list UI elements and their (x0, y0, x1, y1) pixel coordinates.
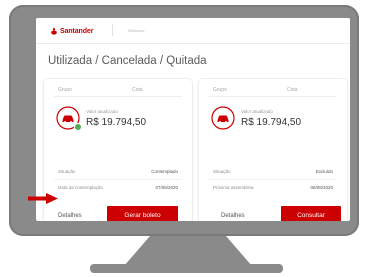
details-link[interactable]: Detalhes (58, 213, 82, 219)
info-label: Situação (213, 169, 231, 174)
value-label: Valor atualizado (241, 109, 273, 114)
row-divider (209, 179, 337, 180)
info-row: Próxima assembleia 06/08/2020 (213, 185, 333, 193)
page-title: Utilizada / Cancelada / Quitada (48, 55, 207, 67)
screen: Santander Welcome Utilizada / Cancelada … (36, 18, 350, 221)
column-quota-label: Cota (287, 87, 298, 93)
info-row: Data da contemplação 07/05/2020 (58, 185, 178, 193)
column-group-label: Grupo (58, 87, 72, 93)
column-group-label: Grupo (213, 87, 227, 93)
header-user-text: Welcome (128, 28, 145, 33)
car-icon (211, 106, 235, 130)
check-icon (74, 123, 82, 131)
santander-logo[interactable]: Santander (50, 26, 93, 36)
info-label: Situação (58, 169, 76, 174)
header-divider (209, 96, 337, 97)
info-value: 06/08/2020 (310, 185, 333, 190)
generate-slip-button[interactable]: Gerar boleto (107, 206, 178, 221)
consortium-card: Grupo Cota Valor atualizado R$ 19.794,50… (199, 79, 347, 221)
header-divider (112, 24, 113, 36)
consult-button[interactable]: Consultar (281, 206, 341, 221)
value-amount: R$ 19.794,50 (86, 117, 147, 128)
info-label: Data da contemplação (58, 185, 104, 190)
value-label: Valor atualizado (86, 109, 118, 114)
consortium-card: Grupo Cota Valor atualizado R$ 19.794,50… (44, 79, 192, 221)
details-link[interactable]: Detalhes (221, 213, 245, 219)
header-divider (54, 96, 182, 97)
value-amount: R$ 19.794,50 (241, 117, 302, 128)
pointer-arrow-icon (28, 193, 58, 204)
top-bar: Santander Welcome (36, 18, 350, 44)
info-value: 07/05/2020 (155, 185, 178, 190)
logo-text: Santander (60, 27, 94, 35)
column-quota-label: Cota (132, 87, 143, 93)
info-row: Situação Contemplado (58, 169, 178, 177)
row-divider (54, 179, 182, 180)
info-label: Próxima assembleia (213, 185, 254, 190)
info-value: Excluído (315, 169, 333, 174)
info-row: Situação Excluído (213, 169, 333, 177)
flame-icon (51, 27, 57, 35)
info-value: Contemplado (151, 169, 178, 174)
